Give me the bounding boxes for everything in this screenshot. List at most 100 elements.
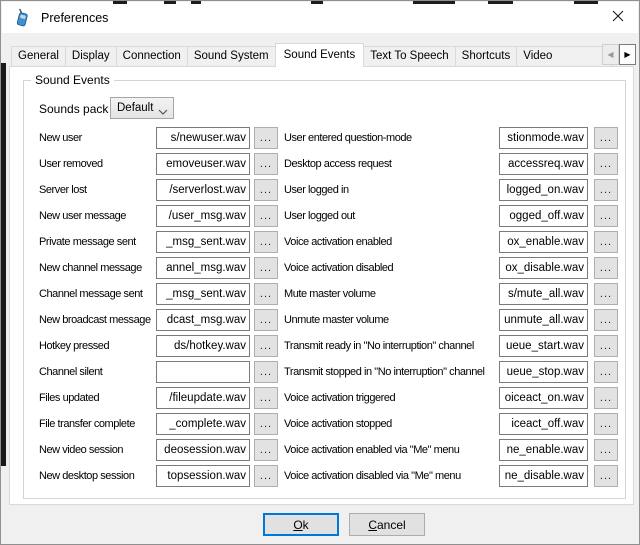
sound-file-input[interactable]	[156, 309, 250, 331]
browse-button[interactable]: ...	[254, 153, 278, 175]
browse-button[interactable]: ...	[254, 283, 278, 305]
sound-file-input[interactable]	[156, 205, 250, 227]
tab-text-to-speech[interactable]: Text To Speech	[363, 46, 455, 66]
sound-file-input[interactable]	[156, 231, 250, 253]
event-label: User removed	[39, 158, 156, 170]
event-label: New user	[39, 132, 156, 144]
background-window-fragment	[191, 1, 201, 4]
event-label: Voice activation disabled via "Me" menu	[284, 470, 499, 482]
sound-file-input[interactable]	[499, 231, 588, 253]
cancel-button[interactable]: Cancel	[349, 513, 425, 536]
browse-button[interactable]: ...	[594, 231, 618, 253]
browse-button[interactable]: ...	[594, 257, 618, 279]
sound-file-input[interactable]	[499, 439, 588, 461]
sound-file-input[interactable]	[499, 153, 588, 175]
sound-file-input[interactable]	[499, 413, 588, 435]
event-label: New broadcast message	[39, 314, 156, 326]
browse-button[interactable]: ...	[594, 465, 618, 487]
tab-sound-events[interactable]: Sound Events	[275, 43, 365, 67]
event-label: New user message	[39, 210, 156, 222]
background-window-sliver	[1, 63, 6, 466]
sound-file-input[interactable]	[156, 153, 250, 175]
arrow-left-icon: ◀	[607, 50, 613, 59]
browse-button[interactable]: ...	[594, 361, 618, 383]
browse-button[interactable]: ...	[594, 153, 618, 175]
tab-connection[interactable]: Connection	[116, 46, 188, 66]
sound-file-input[interactable]	[156, 283, 250, 305]
sound-file-input[interactable]	[499, 309, 588, 331]
tab-scroll-left-button[interactable]: ◀	[602, 44, 619, 65]
event-label: User logged out	[284, 210, 499, 222]
tab-scroll-right-button[interactable]: ▶	[619, 44, 636, 65]
browse-button[interactable]: ...	[594, 335, 618, 357]
tab-video[interactable]: Video	[516, 46, 613, 66]
sound-file-input[interactable]	[156, 257, 250, 279]
event-label: Voice activation stopped	[284, 418, 499, 430]
tab-pane: Sound Events Sounds pack Default New use…	[9, 66, 634, 505]
sound-file-input[interactable]	[499, 205, 588, 227]
event-label: Channel message sent	[39, 288, 156, 300]
browse-button[interactable]: ...	[594, 205, 618, 227]
browse-button[interactable]: ...	[254, 335, 278, 357]
tab-bar: GeneralDisplayConnectionSound SystemSoun…	[11, 43, 612, 66]
browse-button[interactable]: ...	[254, 205, 278, 227]
event-label: Hotkey pressed	[39, 340, 156, 352]
event-label: Server lost	[39, 184, 156, 196]
browse-button[interactable]: ...	[254, 361, 278, 383]
event-label: Channel silent	[39, 366, 156, 378]
sound-file-input[interactable]	[499, 361, 588, 383]
ok-button[interactable]: Ok	[263, 513, 339, 536]
tab-display[interactable]: Display	[65, 46, 117, 66]
sound-file-input[interactable]	[156, 413, 250, 435]
browse-button[interactable]: ...	[254, 127, 278, 149]
preferences-dialog: Preferences GeneralDisplayConnectionSoun…	[0, 0, 640, 545]
browse-button[interactable]: ...	[254, 257, 278, 279]
sounds-pack-select[interactable]: Default	[110, 97, 174, 119]
sound-events-group: Sound Events Sounds pack Default New use…	[23, 80, 626, 499]
tab-sound-system[interactable]: Sound System	[187, 46, 276, 66]
chevron-down-icon	[158, 106, 168, 118]
event-label: Voice activation disabled	[284, 262, 499, 274]
sound-file-input[interactable]	[156, 127, 250, 149]
sound-file-input[interactable]	[499, 283, 588, 305]
arrow-right-icon: ▶	[624, 50, 630, 59]
browse-button[interactable]: ...	[594, 127, 618, 149]
browse-button[interactable]: ...	[254, 465, 278, 487]
sound-file-input[interactable]	[499, 387, 588, 409]
sound-file-input[interactable]	[499, 335, 588, 357]
browse-button[interactable]: ...	[254, 387, 278, 409]
window-title: Preferences	[41, 11, 108, 25]
sound-file-input[interactable]	[156, 387, 250, 409]
browse-button[interactable]: ...	[254, 179, 278, 201]
tab-scroll-buttons: ◀ ▶	[602, 44, 636, 65]
background-window-fragment	[488, 1, 513, 4]
browse-button[interactable]: ...	[594, 309, 618, 331]
browse-button[interactable]: ...	[594, 413, 618, 435]
sound-file-input[interactable]	[499, 465, 588, 487]
sound-file-input[interactable]	[499, 179, 588, 201]
sound-file-input[interactable]	[156, 439, 250, 461]
browse-button[interactable]: ...	[594, 387, 618, 409]
browse-button[interactable]: ...	[254, 439, 278, 461]
sound-file-input[interactable]	[499, 257, 588, 279]
event-label: File transfer complete	[39, 418, 156, 430]
sound-file-input[interactable]	[156, 335, 250, 357]
browse-button[interactable]: ...	[254, 309, 278, 331]
tab-general[interactable]: General	[11, 46, 66, 66]
sound-file-input[interactable]	[156, 465, 250, 487]
browse-button[interactable]: ...	[594, 179, 618, 201]
sound-file-input[interactable]	[156, 361, 250, 383]
sounds-pack-label: Sounds pack	[39, 102, 108, 116]
event-label: Desktop access request	[284, 158, 499, 170]
browse-button[interactable]: ...	[594, 283, 618, 305]
browse-button[interactable]: ...	[254, 413, 278, 435]
close-button[interactable]	[603, 5, 633, 30]
browse-button[interactable]: ...	[254, 231, 278, 253]
sound-file-input[interactable]	[156, 179, 250, 201]
browse-button[interactable]: ...	[594, 439, 618, 461]
event-label: Mute master volume	[284, 288, 499, 300]
event-label: Voice activation enabled	[284, 236, 499, 248]
tab-shortcuts[interactable]: Shortcuts	[455, 46, 518, 66]
event-label: User entered question-mode	[284, 132, 499, 144]
sound-file-input[interactable]	[499, 127, 588, 149]
